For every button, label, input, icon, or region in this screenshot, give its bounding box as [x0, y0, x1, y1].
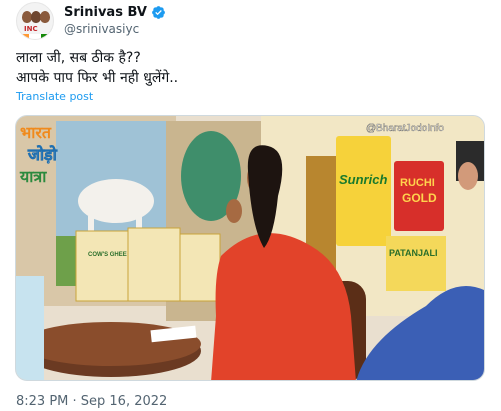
- tweet-timestamp[interactable]: 8:23 PM · Sep 16, 2022: [16, 394, 167, 409]
- person-right-hand: [458, 162, 478, 190]
- logo-line: भारत: [20, 125, 52, 142]
- ghee-label: COW'S GHEE: [88, 252, 127, 258]
- verified-badge-icon: [152, 6, 165, 19]
- ghee-box: [179, 233, 221, 302]
- logo-line: यात्रा: [19, 169, 47, 186]
- patanjali-pack: [386, 236, 446, 291]
- person-hand: [226, 199, 242, 223]
- tweet-line-1: लाला जी, सब ठीक है??: [16, 50, 141, 66]
- author-avatar[interactable]: INC: [16, 2, 54, 40]
- tweet-video-media[interactable]: भारत जोड़ो यात्रा @BharatJodoInfo Sunric…: [15, 115, 485, 381]
- ghee-box: [127, 227, 181, 302]
- tweet-line-2: आपके पाप फिर भी नही धुलेंगे..: [16, 70, 179, 86]
- author-name[interactable]: Srinivas BV: [64, 5, 147, 20]
- avatar-face: [40, 11, 50, 23]
- logo-line: जोड़ो: [27, 145, 58, 164]
- tweet-text: लाला जी, सब ठीक है?? आपके पाप फिर भी नही…: [16, 48, 476, 88]
- gold-label: GOLD: [402, 191, 437, 205]
- sunrich-label: Sunrich: [339, 172, 387, 187]
- patanjali-label: PATANJALI: [389, 248, 438, 258]
- ghee-box: [75, 230, 129, 302]
- video-frame: भारत जोड़ो यात्रा @BharatJodoInfo Sunric…: [16, 116, 484, 380]
- avatar-flag-stripe: [17, 34, 53, 39]
- video-watermark: @BharatJodoInfo: [366, 123, 444, 134]
- author-handle[interactable]: @srinivasiyc: [64, 22, 139, 36]
- sunrich-bottle: [336, 136, 391, 246]
- author-name-row: Srinivas BV: [64, 5, 166, 20]
- translate-post-link[interactable]: Translate post: [16, 90, 93, 103]
- avatar-tag: INC: [24, 25, 38, 33]
- ruchi-label: RUCHI: [400, 177, 435, 189]
- person-left-edge: [16, 276, 44, 380]
